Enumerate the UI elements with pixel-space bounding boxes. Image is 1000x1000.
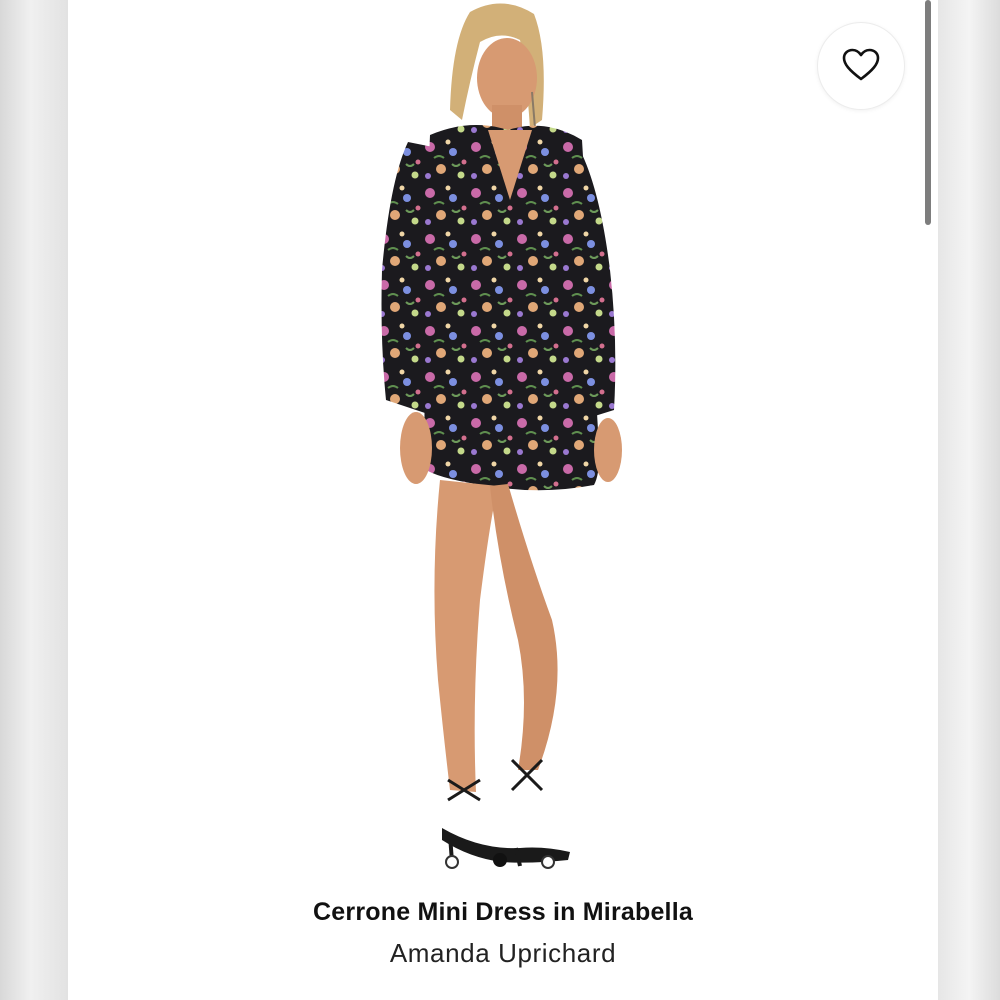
right-hand [594,418,622,482]
scrollbar-thumb[interactable] [925,0,931,225]
brand-name[interactable]: Amanda Uprichard [68,938,938,969]
favorite-button[interactable] [817,22,905,110]
heart-icon [842,48,880,81]
left-leg [434,480,498,792]
product-image[interactable] [330,0,660,890]
left-hand [400,412,432,484]
right-background-panel [938,0,1000,1000]
right-leg [490,484,558,770]
left-background-panel [0,0,68,1000]
product-name[interactable]: Cerrone Mini Dress in Mirabella [68,898,938,927]
